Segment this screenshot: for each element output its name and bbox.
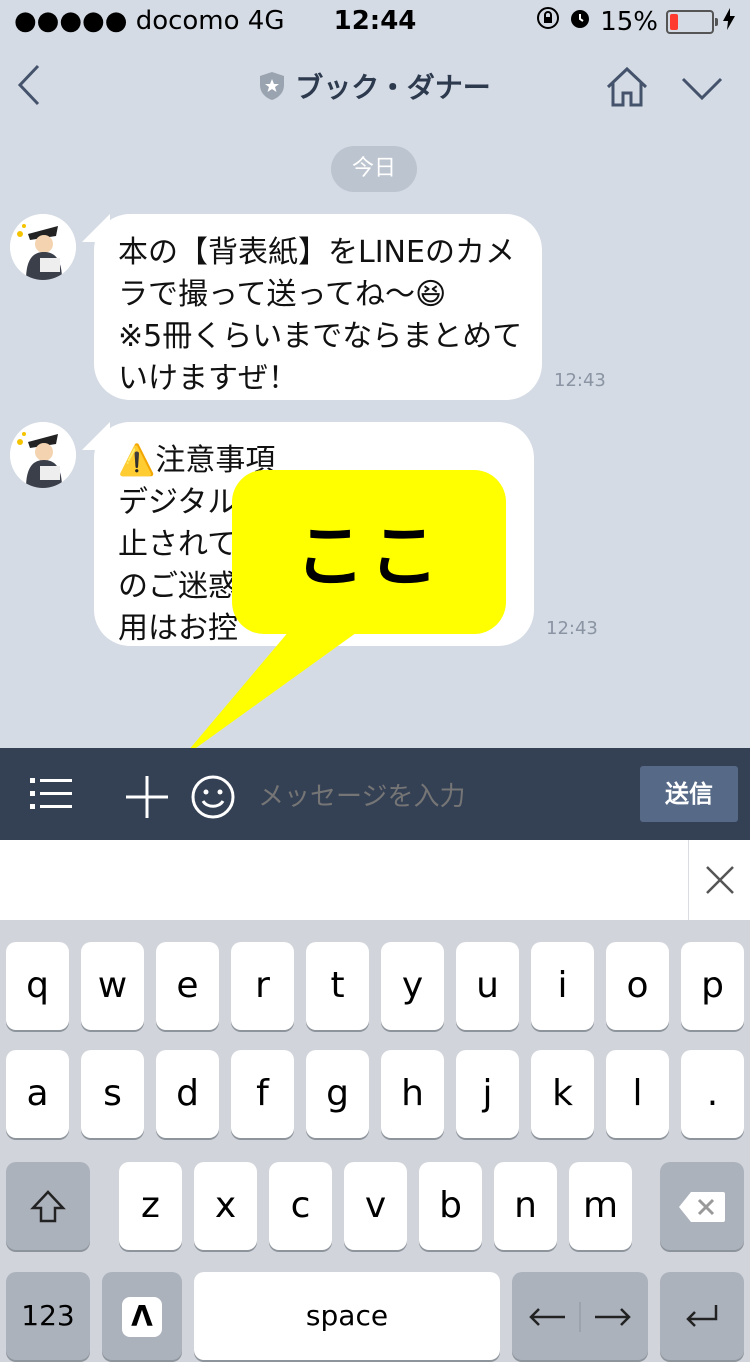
backspace-icon [679,1192,725,1222]
return-key[interactable] [660,1272,744,1360]
emoji-icon[interactable] [190,774,236,824]
key-a[interactable]: a [6,1050,69,1138]
key-w[interactable]: w [81,942,144,1030]
key-j[interactable]: j [456,1050,519,1138]
key-n[interactable]: n [494,1162,557,1250]
return-icon [686,1305,718,1327]
callout-pointer [103,630,360,840]
left-right-arrows-icon [529,1302,631,1332]
key-d[interactable]: d [156,1050,219,1138]
key-z[interactable]: z [119,1162,182,1250]
key-s[interactable]: s [81,1050,144,1138]
key-c[interactable]: c [269,1162,332,1250]
keyboard-switch-key[interactable]: Λ [102,1272,182,1360]
send-button[interactable]: 送信 [640,766,738,822]
keyboard-logo-icon: Λ [122,1297,162,1337]
key-r[interactable]: r [231,942,294,1030]
backspace-key[interactable] [660,1162,744,1250]
shift-key[interactable] [6,1162,90,1250]
key-v[interactable]: v [344,1162,407,1250]
space-key[interactable]: space [194,1272,500,1360]
cursor-arrows-key[interactable] [512,1272,648,1360]
key-t[interactable]: t [306,942,369,1030]
candidate-bar [0,840,750,921]
key-m[interactable]: m [569,1162,632,1250]
key-i[interactable]: i [531,942,594,1030]
key-f[interactable]: f [231,1050,294,1138]
key-h[interactable]: h [381,1050,444,1138]
key-b[interactable]: b [419,1162,482,1250]
key-period[interactable]: . [681,1050,744,1138]
key-g[interactable]: g [306,1050,369,1138]
key-p[interactable]: p [681,942,744,1030]
key-e[interactable]: e [156,942,219,1030]
callout-label: ここ [295,515,443,597]
numbers-key[interactable]: 123 [6,1272,90,1360]
key-u[interactable]: u [456,942,519,1030]
key-o[interactable]: o [606,942,669,1030]
message-input[interactable] [258,778,618,814]
menu-icon[interactable] [30,776,72,816]
keyboard: q w e r t y u i o p a s d f g h j k l . … [0,920,750,1362]
plus-icon[interactable] [122,772,172,826]
key-q[interactable]: q [6,942,69,1030]
key-l[interactable]: l [606,1050,669,1138]
close-icon[interactable] [688,840,750,920]
key-x[interactable]: x [194,1162,257,1250]
shift-icon [30,1190,66,1223]
key-y[interactable]: y [381,942,444,1030]
key-k[interactable]: k [531,1050,594,1138]
